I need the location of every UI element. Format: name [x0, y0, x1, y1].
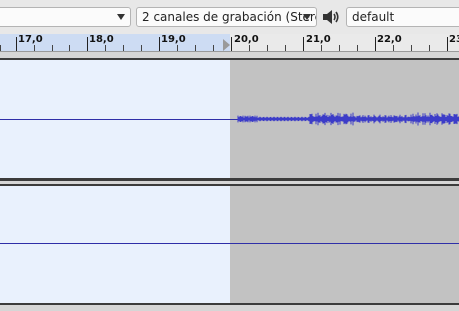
tick-label: 17,0 — [18, 34, 43, 45]
timeline-ruler[interactable]: 17,0 18,0 19,0 20,0 21,0 22,0 23 — [0, 34, 459, 52]
ruler-major-tick — [375, 37, 376, 51]
track-selection-region — [0, 186, 230, 303]
ruler-minor-tick — [105, 45, 106, 51]
tick-label: 19,0 — [161, 34, 186, 45]
chevron-down-icon — [117, 14, 125, 20]
ruler-major-tick — [87, 37, 88, 51]
ruler-minor-tick — [195, 45, 196, 51]
ruler-minor-tick — [393, 45, 394, 51]
ruler-minor-tick — [429, 45, 430, 51]
tick-label: 21,0 — [306, 34, 331, 45]
tick-label: 20,0 — [234, 34, 259, 45]
ruler-minor-tick — [357, 45, 358, 51]
waveform-path — [237, 112, 459, 126]
audio-track-2[interactable] — [0, 186, 459, 303]
ruler-minor-tick — [285, 45, 286, 51]
speaker-icon — [323, 10, 339, 24]
tick-label: 18,0 — [89, 34, 114, 45]
ruler-minor-tick — [411, 45, 412, 51]
recording-channels-dropdown[interactable]: 2 canales de grabación (Stereo) — [136, 7, 317, 27]
ruler-minor-tick — [213, 45, 214, 51]
track-spacer — [0, 305, 459, 311]
recording-channels-value: 2 canales de grabación (Stereo) — [142, 10, 317, 24]
playback-device-dropdown[interactable]: default — [346, 7, 459, 27]
ruler-minor-tick — [339, 45, 340, 51]
ruler-minor-tick — [267, 45, 268, 51]
ruler-minor-tick — [34, 45, 35, 51]
audio-track-1[interactable] — [0, 60, 459, 178]
audio-host-dropdown[interactable] — [0, 7, 131, 27]
ruler-major-tick — [231, 37, 232, 51]
waveform-baseline — [0, 243, 459, 244]
play-region-marker-icon[interactable] — [223, 39, 230, 51]
ruler-minor-tick — [249, 45, 250, 51]
ruler-minor-tick — [177, 45, 178, 51]
device-toolbar: 2 canales de grabación (Stereo) default — [0, 0, 459, 35]
ruler-minor-tick — [123, 45, 124, 51]
chevron-down-icon — [303, 14, 311, 20]
ruler-minor-tick — [52, 45, 53, 51]
ruler-minor-tick — [69, 45, 70, 51]
tick-label: 22,0 — [377, 34, 402, 45]
ruler-major-tick — [447, 37, 448, 51]
ruler-major-tick — [16, 37, 17, 51]
ruler-minor-tick — [141, 45, 142, 51]
playback-device-value: default — [352, 10, 395, 24]
waveform — [237, 112, 459, 126]
tick-label: 23 — [449, 34, 459, 45]
ruler-minor-tick — [0, 45, 1, 51]
ruler-major-tick — [303, 37, 304, 51]
ruler-minor-tick — [321, 45, 322, 51]
ruler-major-tick — [159, 37, 160, 51]
